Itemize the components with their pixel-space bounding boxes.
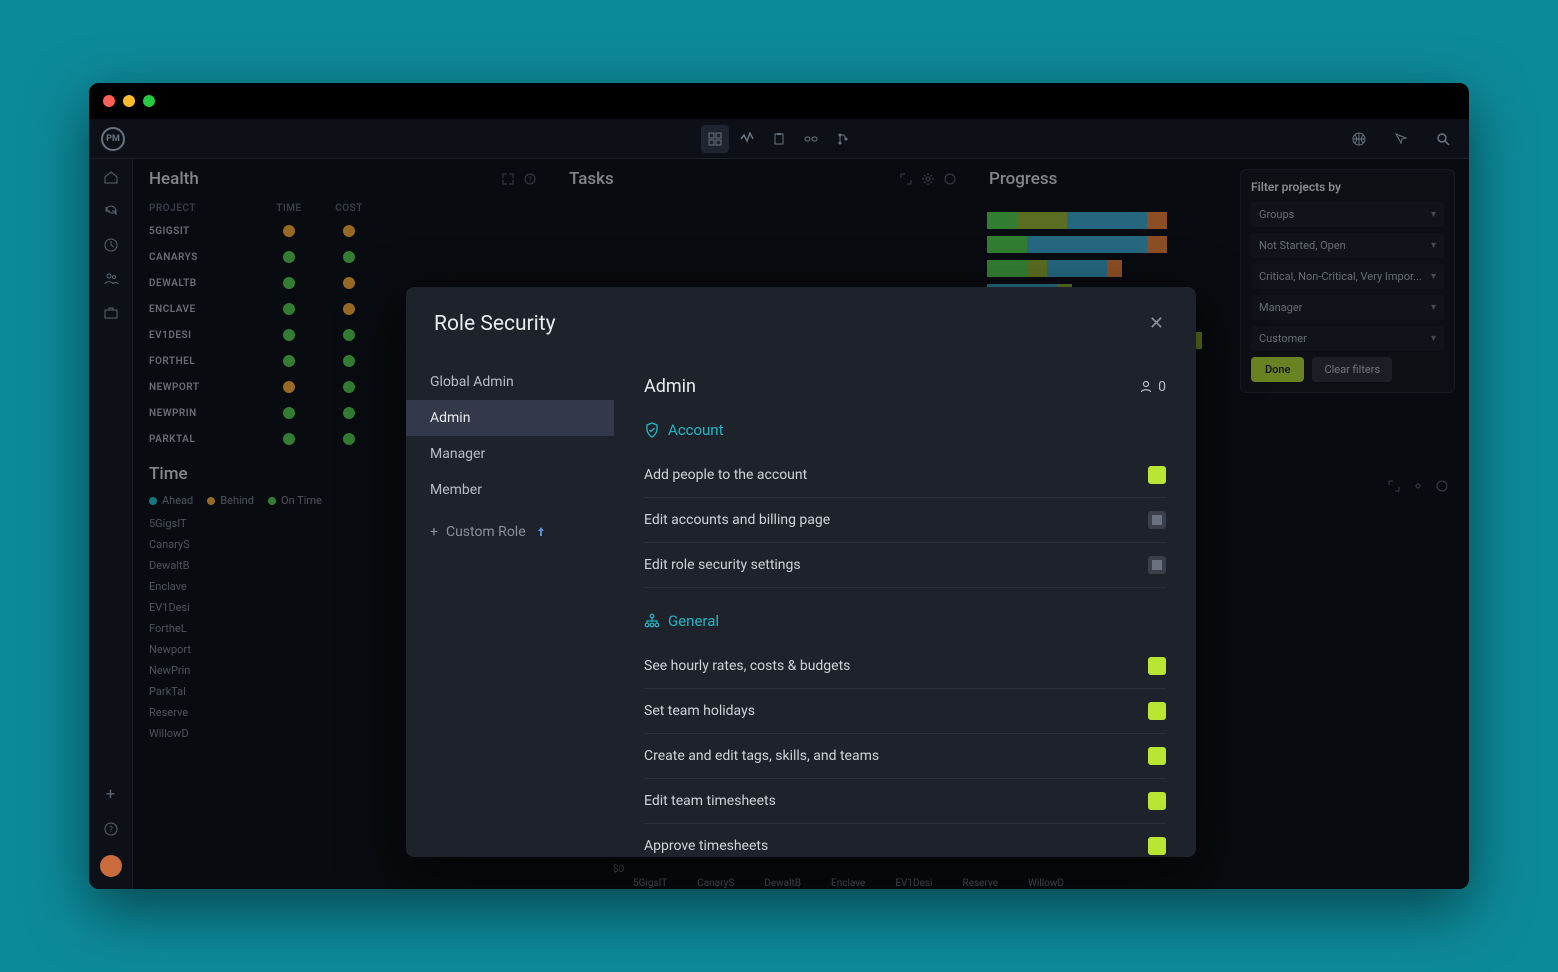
- permission-row: Set team holidays: [644, 689, 1166, 734]
- permission-checkbox[interactable]: [1148, 837, 1166, 855]
- mac-titlebar: [89, 83, 1469, 119]
- clock-icon[interactable]: [103, 237, 119, 253]
- view-activity-icon[interactable]: [733, 125, 761, 153]
- modal-overlay: Role Security ✕ Global AdminAdminManager…: [133, 159, 1469, 889]
- traffic-close[interactable]: [103, 95, 115, 107]
- traffic-maximize[interactable]: [143, 95, 155, 107]
- permission-checkbox[interactable]: [1148, 466, 1166, 484]
- general-section-title: General: [644, 612, 1166, 630]
- permission-row: See hourly rates, costs & budgets: [644, 644, 1166, 689]
- main: + ? Health ? PROJECTTIMECOST5GIGSITCANAR…: [89, 159, 1469, 889]
- account-section-title: Account: [644, 421, 1166, 439]
- permission-checkbox[interactable]: [1148, 657, 1166, 675]
- permission-row: Edit accounts and billing page: [644, 498, 1166, 543]
- permission-row: Create and edit tags, skills, and teams: [644, 734, 1166, 779]
- selected-role-name: Admin: [644, 376, 696, 397]
- upgrade-icon: [534, 525, 548, 539]
- people-icon[interactable]: [103, 271, 119, 287]
- permission-row: Add people to the account: [644, 453, 1166, 498]
- refresh-icon[interactable]: [103, 203, 119, 219]
- modal-title: Role Security: [434, 312, 556, 336]
- permission-checkbox[interactable]: [1148, 702, 1166, 720]
- permission-label: See hourly rates, costs & budgets: [644, 658, 850, 674]
- permission-checkbox[interactable]: [1148, 792, 1166, 810]
- role-member-count: 0: [1139, 379, 1166, 395]
- shield-icon: [644, 422, 660, 438]
- content: Health ? PROJECTTIMECOST5GIGSITCANARYSDE…: [133, 159, 1469, 889]
- permission-row: Edit role security settings: [644, 543, 1166, 588]
- view-clipboard-icon[interactable]: [765, 125, 793, 153]
- avatar[interactable]: [100, 855, 122, 877]
- permission-row: Edit team timesheets: [644, 779, 1166, 824]
- permission-label: Edit role security settings: [644, 557, 801, 573]
- permission-checkbox[interactable]: [1148, 556, 1166, 574]
- permission-label: Create and edit tags, skills, and teams: [644, 748, 879, 764]
- role-list: Global AdminAdminManagerMember+Custom Ro…: [406, 356, 614, 857]
- home-icon[interactable]: [103, 169, 119, 185]
- help-icon[interactable]: ?: [103, 821, 119, 837]
- view-grid-icon[interactable]: [701, 125, 729, 153]
- permission-label: Edit team timesheets: [644, 793, 776, 809]
- logo[interactable]: PM: [101, 127, 125, 151]
- permission-checkbox[interactable]: [1148, 511, 1166, 529]
- close-icon[interactable]: ✕: [1145, 309, 1168, 338]
- role-item[interactable]: Global Admin: [406, 364, 614, 400]
- permission-label: Set team holidays: [644, 703, 755, 719]
- permission-label: Approve timesheets: [644, 838, 768, 854]
- plus-icon: +: [430, 524, 438, 540]
- role-item[interactable]: Admin: [406, 400, 614, 436]
- view-branch-icon[interactable]: [829, 125, 857, 153]
- toolbar-right: [1345, 125, 1457, 153]
- permission-label: Add people to the account: [644, 467, 807, 483]
- toolbar-center: [701, 125, 857, 153]
- role-item[interactable]: Member: [406, 472, 614, 508]
- role-detail: Admin 0 Account: [614, 356, 1196, 857]
- app-window: PM + ?: [89, 83, 1469, 889]
- custom-role-button[interactable]: +Custom Role: [406, 508, 614, 556]
- role-security-modal: Role Security ✕ Global AdminAdminManager…: [406, 287, 1196, 857]
- topbar: PM: [89, 119, 1469, 159]
- person-icon: [1139, 380, 1153, 394]
- cursor-icon[interactable]: [1387, 125, 1415, 153]
- add-icon[interactable]: +: [106, 784, 115, 803]
- search-icon[interactable]: [1429, 125, 1457, 153]
- org-icon: [644, 613, 660, 629]
- globe-icon[interactable]: [1345, 125, 1373, 153]
- briefcase-icon[interactable]: [103, 305, 119, 321]
- permission-row: Approve timesheets: [644, 824, 1166, 857]
- traffic-minimize[interactable]: [123, 95, 135, 107]
- svg-text:?: ?: [109, 825, 113, 834]
- role-item[interactable]: Manager: [406, 436, 614, 472]
- view-link-icon[interactable]: [797, 125, 825, 153]
- permission-checkbox[interactable]: [1148, 747, 1166, 765]
- left-rail: + ?: [89, 159, 133, 889]
- permission-label: Edit accounts and billing page: [644, 512, 830, 528]
